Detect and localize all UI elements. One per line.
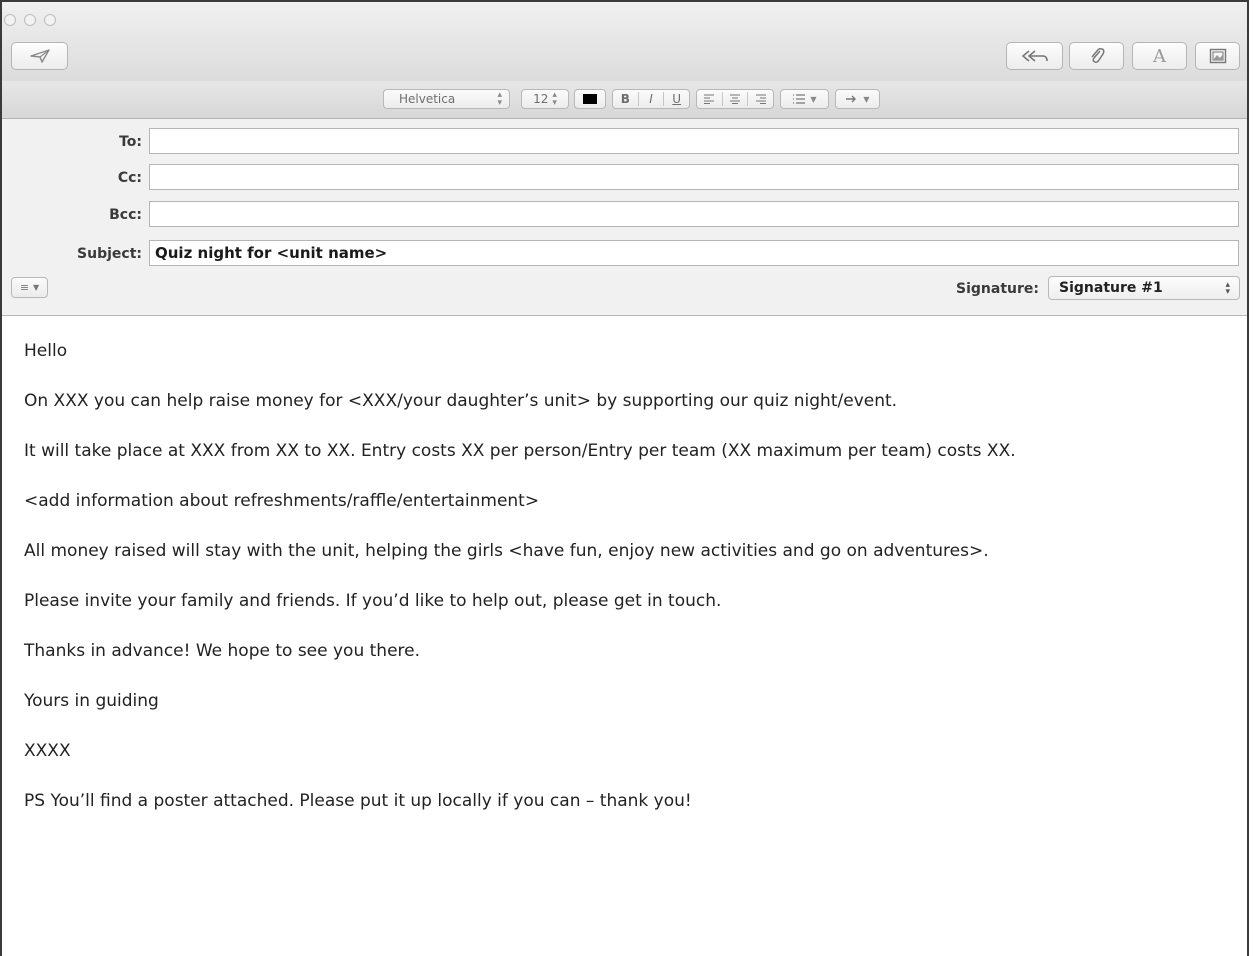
font-size-value: 12 — [533, 92, 549, 106]
body-paragraph: Yours in guiding — [24, 691, 159, 711]
body-paragraph: XXXX — [24, 741, 71, 761]
header-options-button[interactable]: ≡ ▼ — [11, 277, 48, 298]
body-paragraph: PS You’ll find a poster attached. Please… — [24, 791, 692, 811]
bcc-label: Bcc: — [109, 207, 142, 223]
bcc-field[interactable] — [149, 201, 1239, 227]
body-paragraph: It will take place at XXX from XX to XX.… — [24, 441, 1016, 461]
close-window-button[interactable] — [4, 14, 16, 26]
chevron-down-icon: ▼ — [33, 283, 40, 292]
zoom-window-button[interactable] — [44, 14, 56, 26]
to-field[interactable] — [149, 128, 1239, 154]
body-paragraph: Hello — [24, 341, 68, 361]
body-paragraph: On XXX you can help raise money for <XXX… — [24, 391, 898, 411]
italic-button[interactable]: I — [639, 90, 664, 108]
list-icon — [793, 94, 806, 104]
cc-label: Cc: — [117, 170, 142, 186]
align-left-icon — [704, 94, 715, 104]
indent-arrow-icon — [846, 95, 857, 103]
attach-button[interactable] — [1069, 42, 1124, 70]
font-family-select[interactable]: Helvetica ▴ ▾ — [383, 89, 510, 109]
subject-label: Subject: — [77, 246, 142, 262]
body-paragraph: Please invite your family and friends. I… — [24, 591, 722, 611]
paperclip-icon — [1090, 48, 1105, 63]
format-bar: Helvetica ▴ ▾ 12 ▴ ▾ B I U ▼ ▼ — [2, 81, 1247, 119]
paper-plane-icon — [29, 49, 50, 63]
list-button[interactable]: ▼ — [780, 89, 829, 109]
updown-arrows-icon: ▴ ▾ — [497, 90, 502, 108]
reply-all-button[interactable] — [1006, 42, 1063, 70]
reply-all-icon — [1021, 50, 1048, 62]
message-body[interactable]: Hello On XXX you can help raise money fo… — [24, 339, 1246, 839]
to-label: To: — [119, 134, 142, 150]
chevron-down-icon: ▼ — [810, 94, 817, 104]
photo-browser-button[interactable] — [1195, 42, 1240, 70]
alignment-group — [696, 89, 774, 109]
text-style-group: B I U — [612, 89, 690, 109]
font-family-value: Helvetica — [399, 92, 456, 106]
title-toolbar: A — [2, 2, 1247, 82]
signature-value: Signature #1 — [1059, 280, 1163, 296]
align-left-button[interactable] — [697, 90, 722, 108]
photo-browser-icon — [1209, 48, 1226, 64]
text-color-button[interactable] — [574, 89, 606, 109]
signature-label: Signature: — [956, 281, 1039, 297]
indent-button[interactable]: ▼ — [835, 89, 880, 109]
font-size-select[interactable]: 12 ▴ ▾ — [521, 89, 569, 109]
bold-button[interactable]: B — [613, 90, 638, 108]
mail-compose-window: A Helvetica ▴ ▾ 12 ▴ ▾ B I U ▼ ▼ To: Cc:… — [0, 0, 1249, 956]
align-right-icon — [755, 94, 766, 104]
font-icon: A — [1153, 45, 1166, 67]
updown-arrows-icon: ▴ ▾ — [552, 90, 557, 108]
align-right-button[interactable] — [748, 90, 773, 108]
send-button[interactable] — [11, 42, 68, 70]
align-center-button[interactable] — [723, 90, 748, 108]
body-paragraph: All money raised will stay with the unit… — [24, 541, 989, 561]
signature-select[interactable]: Signature #1 ▴ ▾ — [1048, 276, 1240, 300]
color-swatch — [583, 94, 597, 104]
minimize-window-button[interactable] — [24, 14, 36, 26]
updown-arrows-icon: ▴ ▾ — [1225, 280, 1230, 297]
align-center-icon — [730, 94, 740, 104]
subject-field[interactable]: Quiz night for <unit name> — [149, 240, 1239, 266]
underline-button[interactable]: U — [664, 90, 689, 108]
message-headers: To: Cc: Bcc: Subject: Quiz night for <un… — [2, 119, 1247, 316]
body-paragraph: <add information about refreshments/raff… — [24, 491, 540, 511]
cc-field[interactable] — [149, 164, 1239, 190]
fonts-button[interactable]: A — [1132, 42, 1187, 70]
chevron-down-icon: ▼ — [863, 94, 870, 104]
list-lines-icon: ≡ — [19, 281, 30, 294]
body-paragraph: Thanks in advance! We hope to see you th… — [24, 641, 421, 661]
